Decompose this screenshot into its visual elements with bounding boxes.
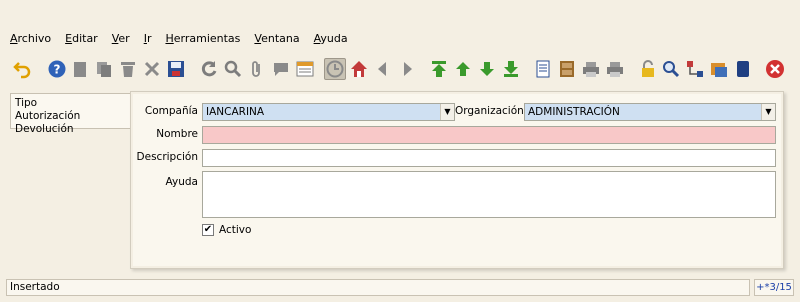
delete-icon[interactable]: [117, 58, 139, 80]
print-preview-icon[interactable]: [580, 58, 602, 80]
ayuda-field[interactable]: [202, 171, 776, 218]
record-count-text: +*3/15: [756, 282, 792, 293]
delete-selection-icon[interactable]: [141, 58, 163, 80]
activo-checkbox[interactable]: ✔: [202, 224, 214, 236]
organizacion-label: Organización: [455, 105, 524, 117]
tab-label-line2: Autorización Devolución: [15, 110, 81, 135]
first-record-icon[interactable]: [428, 58, 450, 80]
chevron-down-icon[interactable]: ▼: [440, 104, 454, 120]
menu-bar: Archivo Editar Ver Ir Herramientas Venta…: [0, 28, 800, 48]
active-workflows-icon[interactable]: [732, 58, 754, 80]
compania-value: IANCARINA: [206, 106, 265, 118]
chevron-down-icon[interactable]: ▼: [761, 104, 775, 120]
close-window-icon[interactable]: [764, 58, 786, 80]
nombre-field[interactable]: [202, 126, 776, 144]
compania-field[interactable]: IANCARINA ▼: [202, 103, 455, 121]
back-icon[interactable]: [372, 58, 394, 80]
status-bar: Insertado: [6, 279, 750, 296]
save-icon[interactable]: [165, 58, 187, 80]
grid-toggle-icon[interactable]: [294, 58, 316, 80]
undo-icon[interactable]: [12, 58, 34, 80]
copy-record-icon[interactable]: [93, 58, 115, 80]
organizacion-value: ADMINISTRACIÓN: [528, 106, 620, 118]
refresh-icon[interactable]: [198, 58, 220, 80]
nombre-label: Nombre: [156, 128, 198, 140]
history-icon[interactable]: [324, 58, 346, 80]
menu-ventana[interactable]: Ventana: [254, 32, 299, 45]
menu-herramientas[interactable]: Herramientas: [165, 32, 240, 45]
toolbar: ?: [0, 54, 800, 84]
product-info-icon[interactable]: [708, 58, 730, 80]
zoom-across-icon[interactable]: [660, 58, 682, 80]
activo-label: Activo: [219, 224, 252, 236]
previous-record-icon[interactable]: [452, 58, 474, 80]
menu-archivo[interactable]: Archivo: [10, 32, 51, 45]
archive-icon[interactable]: [556, 58, 578, 80]
status-message: Insertado: [10, 281, 60, 293]
ayuda-label: Ayuda: [165, 176, 198, 188]
attachment-icon[interactable]: [246, 58, 268, 80]
help-icon[interactable]: ?: [46, 58, 68, 80]
compania-label: Compañía: [144, 105, 198, 117]
home-icon[interactable]: [348, 58, 370, 80]
tab-tipo-autorizacion-devolucion[interactable]: Tipo Autorización Devolución: [10, 93, 132, 135]
find-icon[interactable]: [222, 58, 244, 80]
menu-ayuda[interactable]: Ayuda: [314, 32, 348, 45]
record-count[interactable]: +*3/15: [754, 279, 794, 296]
svg-text:?: ?: [54, 63, 61, 77]
report-icon[interactable]: [532, 58, 554, 80]
organizacion-field[interactable]: ADMINISTRACIÓN ▼: [524, 103, 776, 121]
last-record-icon[interactable]: [500, 58, 522, 80]
lock-icon[interactable]: [637, 58, 659, 80]
print-icon[interactable]: [604, 58, 626, 80]
tab-label-line1: Tipo: [15, 97, 38, 109]
next-record-icon[interactable]: [476, 58, 498, 80]
menu-editar[interactable]: Editar: [65, 32, 98, 45]
chat-icon[interactable]: [270, 58, 292, 80]
forward-icon[interactable]: [396, 58, 418, 80]
descripcion-field[interactable]: [202, 149, 776, 167]
descripcion-label: Descripción: [136, 151, 198, 163]
menu-ver[interactable]: Ver: [112, 32, 130, 45]
menu-ir[interactable]: Ir: [144, 32, 152, 45]
new-record-icon[interactable]: [69, 58, 91, 80]
workflow-icon[interactable]: [684, 58, 706, 80]
